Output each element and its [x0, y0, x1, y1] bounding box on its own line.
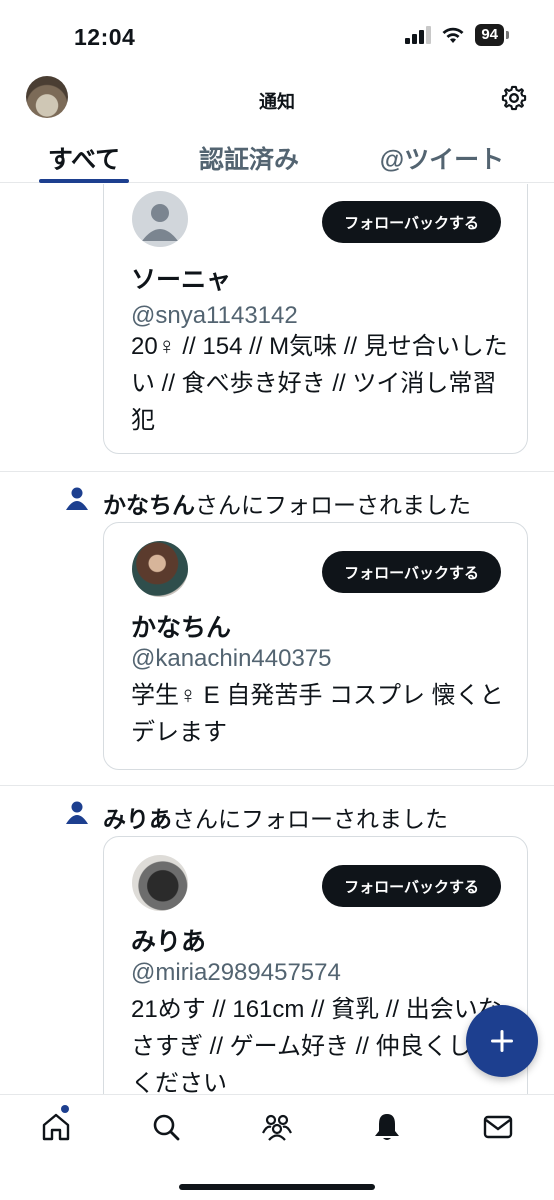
- notification-suffix: さんにフォローされました: [195, 492, 471, 518]
- user-handle[interactable]: @snya1143142: [131, 302, 298, 330]
- messages-icon[interactable]: [482, 1111, 514, 1143]
- user-card[interactable]: フォローバックする ソーニャ @snya1143142 20♀ // 154 /…: [103, 184, 528, 454]
- user-card[interactable]: フォローバックする みりあ @miria2989457574 21めす // 1…: [103, 836, 528, 1094]
- notification-text: かなちんさんにフォローされました: [103, 486, 471, 520]
- wifi-icon: [442, 27, 464, 43]
- notification-text: みりあさんにフォローされました: [103, 800, 448, 834]
- user-name[interactable]: みりあ: [131, 922, 206, 958]
- tab-label: すべて: [47, 146, 121, 174]
- follow-back-button[interactable]: フォローバックする: [322, 865, 501, 907]
- search-icon[interactable]: [150, 1111, 182, 1143]
- home-new-dot: [61, 1105, 69, 1113]
- home-icon[interactable]: [40, 1111, 72, 1143]
- signal-icon: [405, 26, 432, 44]
- user-name[interactable]: かなちん: [131, 608, 231, 644]
- page-title: 通知: [259, 92, 295, 112]
- tab-all[interactable]: すべて: [0, 128, 168, 183]
- follower-name[interactable]: かなちん: [103, 492, 195, 518]
- tab-label: @ツイート: [379, 146, 505, 174]
- photo-avatar: [132, 541, 188, 597]
- active-tab-indicator: [39, 179, 129, 183]
- user-name[interactable]: ソーニャ: [131, 260, 231, 296]
- default-avatar-icon: [142, 204, 178, 241]
- status-bar: 12:04 94: [0, 0, 554, 70]
- person-icon: [66, 487, 88, 510]
- status-time: 12:04: [74, 24, 136, 50]
- notification-item[interactable]: フォローバックする ソーニャ @snya1143142 20♀ // 154 /…: [0, 184, 554, 472]
- person-icon: [66, 801, 88, 824]
- status-indicators: 94: [405, 24, 509, 46]
- user-bio: 20♀ // 154 // M気味 // 見せ合いしたい // 食べ歩き好き /…: [131, 333, 508, 434]
- follow-back-button[interactable]: フォローバックする: [322, 551, 501, 593]
- follower-name[interactable]: みりあ: [103, 806, 172, 832]
- notification-feed[interactable]: フォローバックする ソーニャ @snya1143142 20♀ // 154 /…: [0, 184, 554, 1094]
- notification-item[interactable]: かなちんさんにフォローされました フォローバックする かなちん @kanachi…: [0, 472, 554, 786]
- user-card[interactable]: フォローバックする かなちん @kanachin440375 学生♀ E 自発苦…: [103, 522, 528, 770]
- notification-suffix: さんにフォローされました: [172, 806, 448, 832]
- home-indicator: [179, 1184, 375, 1190]
- communities-icon[interactable]: [261, 1111, 293, 1143]
- user-handle[interactable]: @kanachin440375: [131, 645, 332, 673]
- notifications-bell-icon[interactable]: [371, 1111, 403, 1143]
- tab-verified[interactable]: 認証済み: [168, 128, 330, 183]
- app-header: 通知: [0, 70, 554, 128]
- user-bio: 21めす // 161cm // 貧乳 // 出会いなさすぎ // ゲーム好き …: [131, 996, 502, 1094]
- notification-tabs: すべて 認証済み @ツイート: [0, 128, 554, 183]
- compose-button[interactable]: [466, 1005, 538, 1077]
- tab-label: 認証済み: [198, 146, 299, 174]
- battery-indicator: 94: [475, 24, 509, 46]
- follow-back-button[interactable]: フォローバックする: [322, 201, 501, 243]
- default-avatar: [132, 191, 188, 247]
- tab-mentions[interactable]: @ツイート: [330, 128, 554, 183]
- plus-icon: [491, 1030, 513, 1052]
- user-handle[interactable]: @miria2989457574: [131, 959, 341, 987]
- gear-icon[interactable]: [500, 84, 528, 112]
- photo-avatar: [132, 855, 188, 911]
- user-bio: 学生♀ E 自発苦手 コスプレ 懐くとデレます: [131, 682, 504, 746]
